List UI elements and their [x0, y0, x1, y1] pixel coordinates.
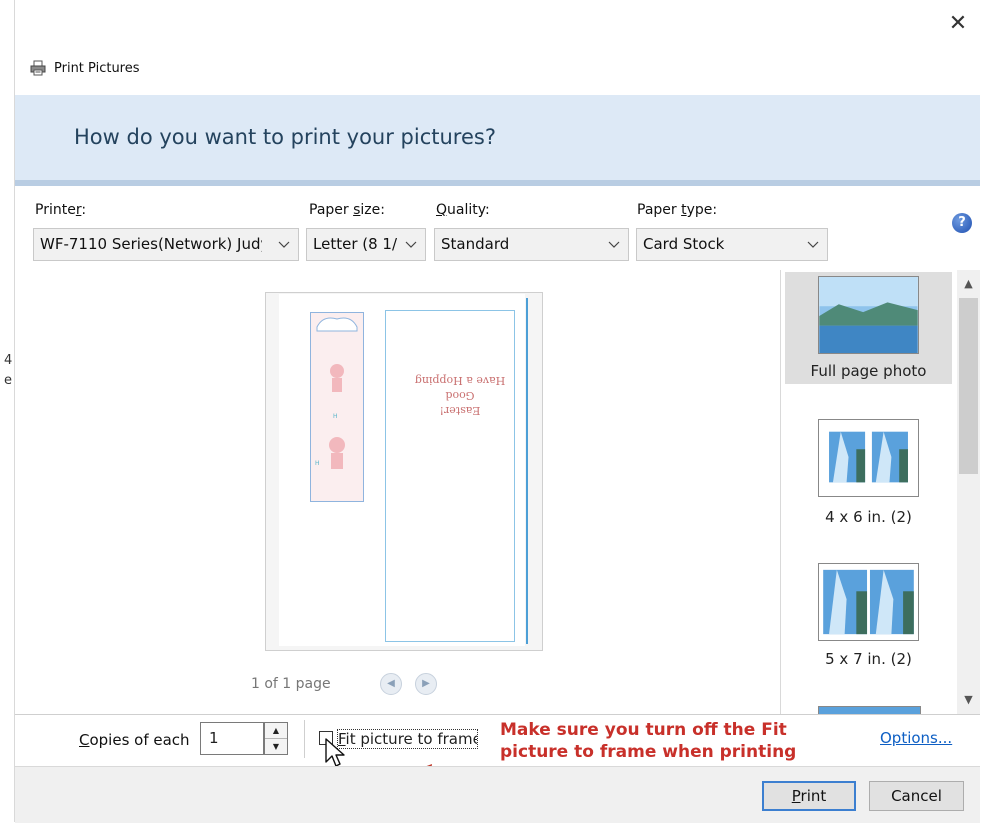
page-title: How do you want to print your pictures?: [74, 125, 496, 149]
annotation-text: Make sure you turn off the Fit picture t…: [500, 719, 796, 763]
fit-picture-label[interactable]: Fit picture to frame: [337, 729, 478, 749]
paper-type-select[interactable]: Card Stock: [636, 228, 828, 261]
layout-label: 4 x 6 in. (2): [825, 508, 912, 526]
layout-label: Full page photo: [810, 362, 927, 380]
options-divider: [15, 714, 980, 715]
layout-scrollbar[interactable]: ▲ ▼: [957, 270, 980, 714]
window-title: Print Pictures: [54, 60, 140, 76]
cancel-button[interactable]: Cancel: [869, 781, 964, 811]
copies-label: Copies of each: [79, 731, 190, 749]
chevron-down-icon: [278, 241, 290, 248]
annotation-line: Make sure you turn off the Fit: [500, 720, 787, 740]
chevron-down-icon: [608, 241, 620, 248]
banner-divider: [15, 180, 980, 186]
bookmark-graphic: H H: [310, 312, 364, 502]
printer-label: Printer:: [35, 202, 87, 218]
two-photo-thumbnail: [818, 419, 919, 497]
layout-4x6[interactable]: 4 x 6 in. (2): [785, 418, 952, 533]
paper-size-label: Paper size:: [309, 202, 385, 218]
chevron-down-icon: [405, 241, 417, 248]
layout-full-page-photo[interactable]: Full page photo: [785, 272, 952, 384]
stepper-down-button[interactable]: ▼: [265, 738, 287, 754]
card-text-line: Have a Hopping: [414, 374, 506, 387]
scroll-thumb[interactable]: [959, 298, 978, 474]
card-text-line: Easter!: [439, 404, 481, 417]
print-button[interactable]: Print: [762, 781, 856, 811]
quality-select[interactable]: Standard: [434, 228, 629, 261]
quality-label: Quality:: [436, 202, 490, 218]
options-link[interactable]: Options...: [880, 729, 952, 747]
chevron-down-icon: [807, 241, 819, 248]
paper-size-value: Letter (8 1/2: [313, 235, 397, 253]
paper-size-select[interactable]: Letter (8 1/2: [306, 228, 426, 261]
close-button[interactable]: ✕: [944, 10, 972, 38]
layout-5x7[interactable]: 5 x 7 in. (2): [785, 562, 952, 676]
scroll-up-button[interactable]: ▲: [957, 274, 980, 294]
title-bar: Print Pictures: [14, 55, 140, 81]
help-icon[interactable]: ?: [952, 213, 972, 233]
svg-text:H: H: [315, 460, 320, 467]
card-graphic: [385, 310, 515, 642]
header-banner: How do you want to print your pictures?: [15, 95, 980, 180]
printer-value: WF-7110 Series(Network) Judy: [40, 235, 262, 253]
copies-stepper[interactable]: ▲ ▼: [264, 722, 288, 755]
card-fold-line: [526, 298, 528, 644]
paper-type-label: Paper type:: [637, 202, 718, 218]
next-page-button[interactable]: ▶: [415, 673, 437, 695]
card-text-line: Good: [445, 389, 475, 402]
quality-value: Standard: [441, 235, 510, 253]
printer-icon: [30, 60, 46, 76]
landscape-thumbnail: [818, 276, 919, 354]
annotation-line: picture to frame when printing: [500, 742, 797, 762]
stepper-up-button[interactable]: ▲: [265, 723, 287, 738]
printer-select[interactable]: WF-7110 Series(Network) Judy: [33, 228, 299, 261]
scroll-down-button[interactable]: ▼: [957, 690, 980, 710]
layout-label: 5 x 7 in. (2): [825, 650, 912, 668]
background-fragment: e: [4, 373, 12, 388]
page-count: 1 of 1 page: [251, 676, 331, 692]
two-photo-thumbnail: [818, 563, 919, 641]
copies-input[interactable]: 1: [200, 722, 264, 755]
svg-text:H: H: [333, 413, 338, 420]
previous-page-button[interactable]: ◀: [380, 673, 402, 695]
background-fragment: 4: [4, 353, 13, 368]
separator: [304, 720, 305, 758]
card-text: Easter! Good Have a Hopping: [410, 373, 510, 418]
paper-type-value: Card Stock: [643, 235, 725, 253]
